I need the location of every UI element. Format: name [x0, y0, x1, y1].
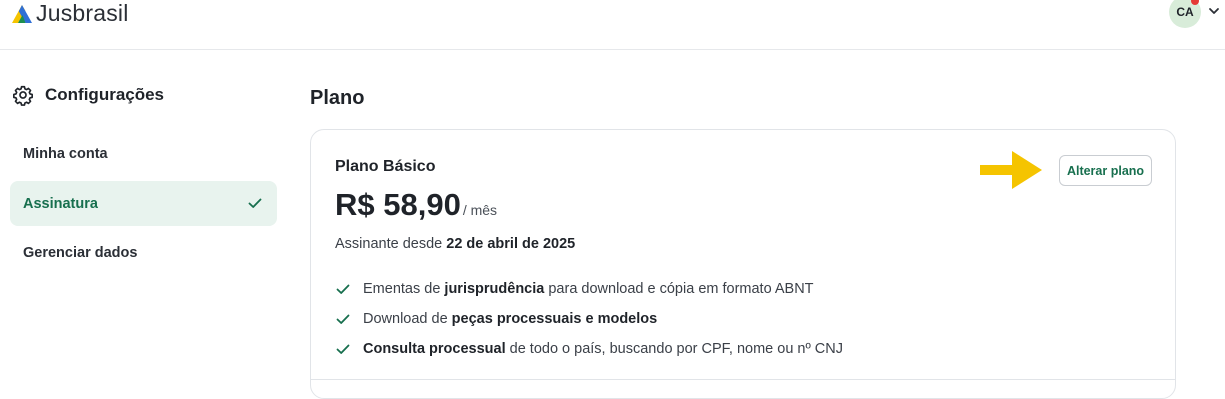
sidebar-title-label: Configurações [45, 85, 165, 104]
check-icon [248, 198, 262, 208]
card-divider [311, 379, 1175, 380]
top-bar: Jusbrasil CA [0, 0, 1225, 50]
plan-price: R$ 58,90 [335, 187, 461, 222]
sidebar-item-label: Gerenciar dados [23, 244, 138, 261]
chevron-down-icon[interactable] [1208, 6, 1220, 16]
feature-text-post: de todo o país, buscando por CPF, nome o… [505, 341, 844, 357]
sidebar-item-label: Minha conta [23, 145, 108, 162]
feature-text-pre: Ementas de [363, 281, 445, 297]
feature-text-bold: Consulta processual [363, 341, 506, 357]
feature-text-pre: Download de [363, 311, 452, 327]
feature-text: Download de peças processuais e modelos [363, 311, 657, 327]
jusbrasil-logo-icon [12, 4, 32, 23]
price-row: R$ 58,90 / mês [335, 187, 497, 223]
arrow-right-icon [980, 151, 1042, 189]
brand-name: Jusbrasil [36, 0, 129, 26]
subscriber-since: Assinante desde 22 de abril de 2025 [335, 236, 575, 252]
page-title: Plano [310, 87, 365, 109]
price-period: / mês [462, 202, 498, 218]
list-item: Download de peças processuais e modelos [335, 304, 843, 334]
plan-name: Plano Básico [335, 158, 436, 175]
sidebar-item-minha-conta[interactable]: Minha conta [10, 131, 277, 176]
feature-text: Consulta processual de todo o país, busc… [363, 341, 843, 357]
sidebar-title: Configurações [12, 84, 164, 106]
gear-icon [13, 85, 33, 106]
feature-list: Ementas de jurisprudência para download … [335, 274, 843, 364]
feature-text-bold: jurisprudência [444, 281, 545, 297]
sidebar-item-assinatura[interactable]: Assinatura [10, 181, 277, 226]
list-item: Ementas de jurisprudência para download … [335, 274, 843, 304]
since-label: Assinante desde [335, 236, 447, 252]
feature-text: Ementas de jurisprudência para download … [363, 281, 814, 297]
since-date: 22 de abril de 2025 [446, 236, 576, 252]
check-icon [336, 314, 350, 324]
plan-card: Plano Básico R$ 58,90 / mês Assinante de… [310, 129, 1176, 399]
check-icon [336, 284, 350, 294]
feature-text-bold: peças processuais e modelos [451, 311, 658, 327]
check-icon [336, 344, 350, 354]
sidebar-item-label: Assinatura [23, 195, 98, 212]
sidebar-item-gerenciar-dados[interactable]: Gerenciar dados [10, 230, 277, 275]
change-plan-button[interactable]: Alterar plano [1059, 155, 1152, 186]
jusbrasil-logo[interactable]: Jusbrasil [10, 0, 129, 27]
list-item: Consulta processual de todo o país, busc… [335, 334, 843, 364]
feature-text-post: para download e cópia em formato ABNT [544, 281, 814, 297]
